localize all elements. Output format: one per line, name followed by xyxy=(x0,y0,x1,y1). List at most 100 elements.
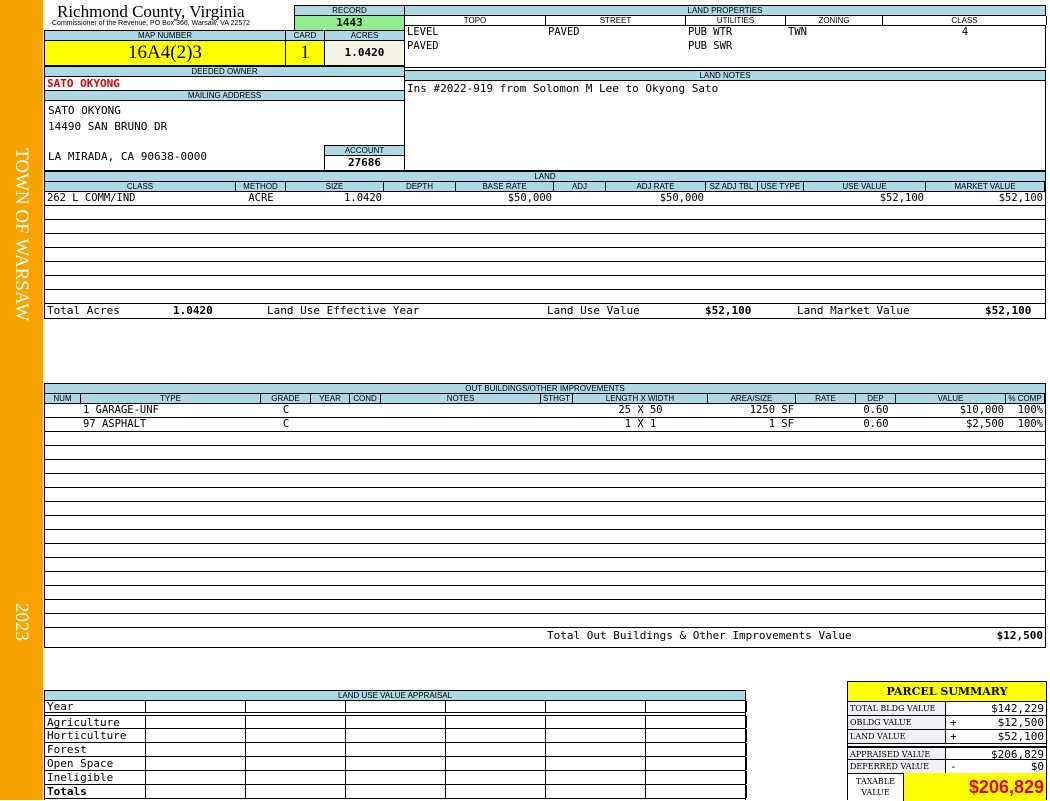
table-row xyxy=(45,572,1045,586)
appraisal-cell xyxy=(546,785,646,798)
column-header: METHOD xyxy=(236,182,286,191)
appraisal-cell xyxy=(646,743,747,756)
appraisal-row: Horticulture xyxy=(45,729,747,743)
table-cell: 1 X 1 xyxy=(624,418,657,430)
summary-label: APPRAISED VALUE xyxy=(848,748,946,759)
column-header: CLASS xyxy=(45,182,236,191)
appraisal-row-label: Ineligible xyxy=(45,771,146,784)
table-cell: ACRE xyxy=(248,192,274,204)
summary-operator: + xyxy=(950,716,957,729)
account-number: 27686 xyxy=(324,155,405,171)
table-row xyxy=(45,290,1045,304)
table-cell xyxy=(350,404,381,417)
appraisal-cell xyxy=(146,771,246,784)
table-cell xyxy=(45,418,81,431)
column-header: COND xyxy=(350,394,381,403)
table-row xyxy=(45,234,1045,248)
appraisal-cell xyxy=(146,729,246,742)
table-cell: 0.60 xyxy=(863,418,889,430)
summary-value: $142,229 xyxy=(991,702,1044,715)
appraisal-cell xyxy=(546,743,646,756)
appraisal-row: Open Space xyxy=(45,757,747,771)
appraisal-cell xyxy=(146,716,246,728)
summary-value: $0 xyxy=(1030,760,1044,773)
appraisal-cell xyxy=(246,729,346,742)
taxable-value: $206,829 xyxy=(904,773,1046,801)
table-row xyxy=(45,502,1045,516)
column-header: CLASS xyxy=(883,16,1047,25)
column-header-row: NUM TYPE GRADE YEAR COND NOTES STHGT LENGTH X W… xyxy=(45,394,1045,404)
summary-label: OBLDG VALUE xyxy=(848,716,946,729)
address-line: 14490 SAN BRUNO DR xyxy=(48,119,168,133)
total-acres: 1.0420 xyxy=(173,304,213,317)
outbuildings-total-label: Total Out Buildings & Other Improvements… xyxy=(547,629,852,642)
land-use-value-label: Land Use Value xyxy=(547,304,640,317)
table-cell: $52,100 xyxy=(879,192,924,204)
land-property-value: PUB SWR xyxy=(688,40,733,52)
appraisal-row-label: Open Space xyxy=(45,757,146,770)
table-cell: $10,000 xyxy=(959,404,1004,416)
sidebar: TOWN OF WARSAW 2023 xyxy=(0,0,43,800)
appraisal-row: Ineligible xyxy=(45,771,747,785)
appraisal-cell xyxy=(446,716,546,728)
table-row xyxy=(45,276,1045,290)
table-cell: $50,000 xyxy=(659,192,704,204)
table-cell: $50,000 xyxy=(507,192,552,204)
column-header: SZ ADJ TBL xyxy=(706,182,758,191)
appraisal-cell xyxy=(546,729,646,742)
table-cell xyxy=(541,404,573,417)
column-header: STHGT xyxy=(541,394,573,403)
appraisal-row-label: Forest xyxy=(45,743,146,756)
land-table: CLASS METHOD SIZE DEPTH BASE RATE ADJ ADJ RATE… xyxy=(44,181,1046,319)
acres-value: 1.0420 xyxy=(324,40,405,66)
parcel-summary: PARCEL SUMMARY TOTAL BLDG VALUE $142,229 OB… xyxy=(847,681,1047,801)
table-cell: $52,100 xyxy=(998,192,1043,204)
table-row xyxy=(45,530,1045,544)
table-cell xyxy=(311,404,350,417)
appraisal-cell xyxy=(246,771,346,784)
table-row xyxy=(45,488,1045,502)
appraisal-cell xyxy=(246,743,346,756)
table-cell xyxy=(796,404,856,417)
column-header: DEP xyxy=(856,394,896,403)
table-row xyxy=(45,460,1045,474)
table-cell: 262 L COMM/IND xyxy=(47,192,136,204)
page-subtitle: Commissioner of the Revenue, PO Box 366,… xyxy=(52,20,251,27)
appraisal-cell xyxy=(246,701,346,712)
summary-row: DEFERRED VALUE - $0 xyxy=(848,760,1046,774)
appraisal-cell xyxy=(546,716,646,728)
card-number: 1 xyxy=(285,40,325,66)
table-row xyxy=(45,432,1045,446)
summary-operator: - xyxy=(950,760,957,773)
land-property-value xyxy=(786,40,883,54)
table-cell: 1.0420 xyxy=(344,192,382,204)
appraisal-row: Totals xyxy=(45,785,747,799)
appraisal-cell xyxy=(646,757,747,770)
column-header: TYPE xyxy=(81,394,261,403)
column-header: AREA/SIZE xyxy=(708,394,796,403)
appraisal-cell xyxy=(346,771,446,784)
column-header: MARKET VALUE xyxy=(926,182,1045,191)
map-number: 16A4(2)3 xyxy=(44,40,286,66)
appraisal-cell xyxy=(646,785,747,798)
column-header: % COMP xyxy=(1006,394,1045,403)
table-row xyxy=(45,516,1045,530)
appraisal-row-label: Agriculture xyxy=(45,716,146,728)
land-properties-table: TOPO STREET UTILITIES ZONING CLASS LEVEL PAVED… xyxy=(404,15,1047,68)
table-row xyxy=(45,544,1045,558)
table-cell: 100% xyxy=(1017,404,1043,416)
summary-value: $12,500 xyxy=(997,716,1044,729)
land-market-value: $52,100 xyxy=(985,304,1032,317)
table-cell: 1 SF xyxy=(768,418,794,430)
table-row xyxy=(45,614,1045,628)
deeded-owner: SATO OKYONG xyxy=(44,76,405,91)
column-header: NOTES xyxy=(381,394,541,403)
column-header: TOPO xyxy=(405,16,546,25)
appraisal-cell xyxy=(546,701,646,712)
table-row xyxy=(45,262,1045,276)
appraisal-cell xyxy=(446,757,546,770)
page-title: Richmond County, Virginia xyxy=(57,2,245,21)
record-value: 1443 xyxy=(294,15,405,31)
column-header-row: TOPO STREET UTILITIES ZONING CLASS xyxy=(405,16,1047,26)
table-cell xyxy=(350,418,381,431)
